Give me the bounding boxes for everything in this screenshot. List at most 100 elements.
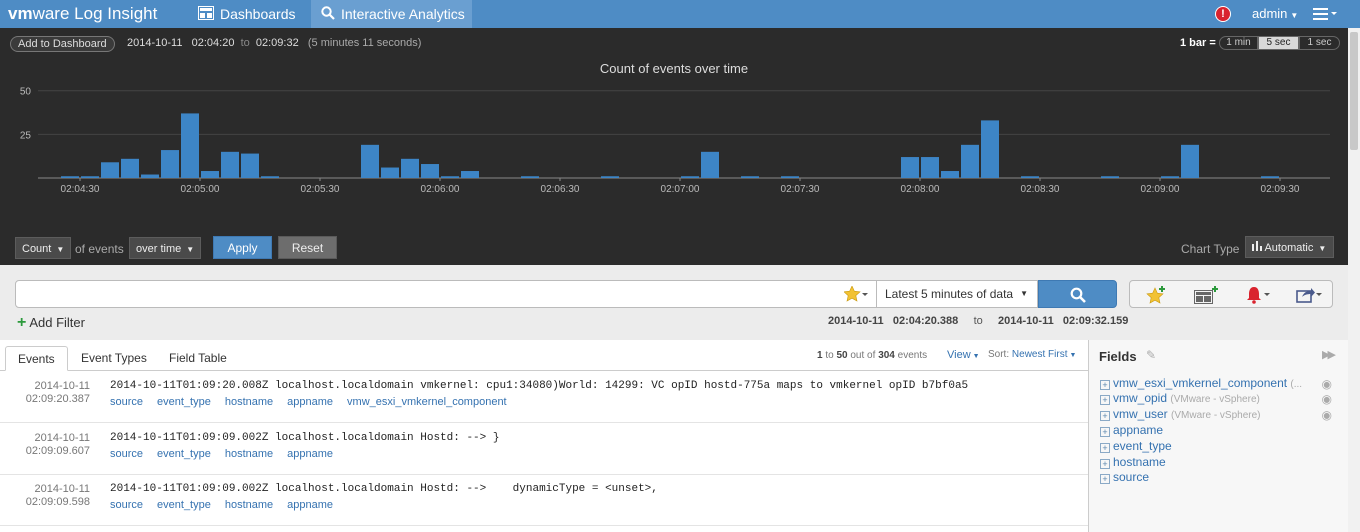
export-share-icon[interactable] — [1296, 286, 1322, 307]
chart-bar[interactable] — [781, 176, 799, 178]
chart-bar[interactable] — [161, 150, 179, 178]
event-row[interactable]: 2014-10-11 02:09:09.598 2014-10-11T01:09… — [0, 475, 1088, 526]
chart-bar[interactable] — [681, 176, 699, 178]
reset-button[interactable]: Reset — [278, 236, 337, 259]
chart-bar[interactable] — [61, 176, 79, 178]
user-menu[interactable]: admin ▼ — [1252, 0, 1298, 28]
event-field-link[interactable]: event_type — [157, 396, 211, 408]
hamburger-menu-icon[interactable] — [1313, 8, 1337, 24]
field-name[interactable]: vmw_user — [1113, 407, 1168, 421]
grouping-dropdown[interactable]: over time ▼ — [129, 237, 202, 259]
field-name[interactable]: hostname — [1113, 455, 1166, 469]
chart-bar[interactable] — [241, 153, 259, 178]
field-item[interactable]: + event_type — [1100, 439, 1340, 454]
alert-icon[interactable]: ! — [1215, 6, 1231, 22]
expand-plus-icon[interactable]: + — [1100, 474, 1110, 484]
field-name[interactable]: vmw_esxi_vmkernel_component — [1113, 376, 1287, 390]
chart-bar[interactable] — [901, 157, 919, 178]
chart-bar[interactable] — [401, 158, 419, 178]
chart-bar[interactable] — [201, 171, 219, 178]
chart-bar[interactable] — [1181, 144, 1199, 178]
eye-icon[interactable]: ◉ — [1322, 408, 1332, 422]
apply-button[interactable]: Apply — [213, 236, 272, 259]
chart-bar[interactable] — [81, 176, 99, 178]
event-field-link[interactable]: source — [110, 448, 143, 460]
add-favorite-icon[interactable] — [1146, 286, 1168, 307]
event-field-link[interactable]: event_type — [157, 448, 211, 460]
chart-bar[interactable] — [361, 144, 379, 178]
bar-size-1min[interactable]: 1 min — [1219, 36, 1258, 50]
scrollbar-thumb[interactable] — [1350, 32, 1358, 150]
sort-control[interactable]: Sort: Newest First ▼ — [988, 349, 1076, 360]
tab-events[interactable]: Events — [5, 346, 68, 371]
chart-bar[interactable] — [101, 162, 119, 178]
expand-plus-icon[interactable]: + — [1100, 395, 1110, 405]
chart-bar[interactable] — [981, 120, 999, 178]
time-range-select[interactable]: Latest 5 minutes of data ▼ — [877, 280, 1038, 308]
favorites-star-icon[interactable] — [843, 285, 868, 305]
tab-field-table[interactable]: Field Table — [157, 346, 239, 371]
query-input[interactable] — [15, 280, 877, 308]
eye-icon[interactable]: ◉ — [1322, 392, 1332, 406]
event-count-chart[interactable]: 25 50 02:04:30 02:05:00 02:05:30 02:06:00 02:0… — [0, 80, 1348, 230]
page-scrollbar[interactable] — [1348, 28, 1360, 532]
event-text[interactable]: 2014-10-11T01:09:20.008Z localhost.local… — [110, 380, 968, 392]
bar-size-1sec[interactable]: 1 sec — [1299, 36, 1340, 50]
chart-bar[interactable] — [741, 176, 759, 178]
chart-bar[interactable] — [701, 151, 719, 178]
alert-bell-icon[interactable] — [1246, 286, 1270, 307]
vmware-log-insight-logo[interactable]: vmware Log Insight — [8, 4, 157, 24]
chart-bar[interactable] — [121, 158, 139, 178]
chart-bar[interactable] — [941, 171, 959, 178]
bar-size-5sec[interactable]: 5 sec — [1258, 36, 1299, 50]
field-item[interactable]: + vmw_opid (VMware - vSphere) ◉ — [1100, 391, 1340, 406]
chart-bar[interactable] — [1101, 176, 1119, 178]
chart-bar[interactable] — [441, 176, 459, 178]
view-dropdown[interactable]: View ▼ — [947, 349, 980, 361]
event-field-link[interactable]: hostname — [225, 499, 273, 511]
chart-bar[interactable] — [1161, 176, 1179, 178]
search-button[interactable] — [1038, 280, 1117, 308]
event-text[interactable]: 2014-10-11T01:09:09.002Z localhost.local… — [110, 432, 499, 444]
tab-interactive-analytics[interactable]: Interactive Analytics — [311, 0, 472, 28]
chart-bar[interactable] — [421, 164, 439, 178]
event-field-link[interactable]: hostname — [225, 396, 273, 408]
chart-bar[interactable] — [1021, 176, 1039, 178]
chart-bar[interactable] — [961, 144, 979, 178]
event-field-link[interactable]: appname — [287, 448, 333, 460]
chart-bar[interactable] — [921, 157, 939, 178]
add-to-dashboard-icon[interactable] — [1194, 286, 1218, 307]
function-dropdown[interactable]: Count ▼ — [15, 237, 72, 259]
event-field-link[interactable]: source — [110, 396, 143, 408]
field-item[interactable]: + hostname — [1100, 455, 1340, 470]
field-name[interactable]: source — [1113, 470, 1149, 484]
pencil-icon[interactable]: ✎ — [1146, 348, 1156, 362]
event-field-link[interactable]: event_type — [157, 499, 211, 511]
event-field-link[interactable]: appname — [287, 499, 333, 511]
chart-bar[interactable] — [221, 151, 239, 178]
event-field-link[interactable]: source — [110, 499, 143, 511]
field-item[interactable]: + vmw_esxi_vmkernel_component (... ◉ — [1100, 376, 1340, 391]
event-field-link[interactable]: appname — [287, 396, 333, 408]
expand-plus-icon[interactable]: + — [1100, 380, 1110, 390]
expand-plus-icon[interactable]: + — [1100, 411, 1110, 421]
field-name[interactable]: vmw_opid — [1113, 391, 1167, 405]
chart-bar[interactable] — [181, 113, 199, 178]
field-name[interactable]: event_type — [1113, 439, 1172, 453]
event-text[interactable]: 2014-10-11T01:09:09.002Z localhost.local… — [110, 483, 658, 495]
chart-bar[interactable] — [381, 167, 399, 178]
chart-bar[interactable] — [601, 176, 619, 178]
chart-bar[interactable] — [521, 176, 539, 178]
chart-bar[interactable] — [461, 171, 479, 178]
expand-plus-icon[interactable]: + — [1100, 459, 1110, 469]
chart-bar[interactable] — [261, 176, 279, 178]
field-name[interactable]: appname — [1113, 423, 1163, 437]
field-item[interactable]: + appname — [1100, 423, 1340, 438]
add-filter-button[interactable]: + Add Filter — [17, 314, 85, 332]
add-to-dashboard-button[interactable]: Add to Dashboard — [10, 36, 115, 52]
eye-icon[interactable]: ◉ — [1322, 377, 1332, 391]
event-row[interactable]: 2014-10-11 02:09:20.387 2014-10-11T01:09… — [0, 372, 1088, 423]
chart-bar[interactable] — [1261, 176, 1279, 178]
event-row[interactable]: 2014-10-11 02:09:09.607 2014-10-11T01:09… — [0, 424, 1088, 475]
field-item[interactable]: + vmw_user (VMware - vSphere) ◉ — [1100, 407, 1340, 422]
